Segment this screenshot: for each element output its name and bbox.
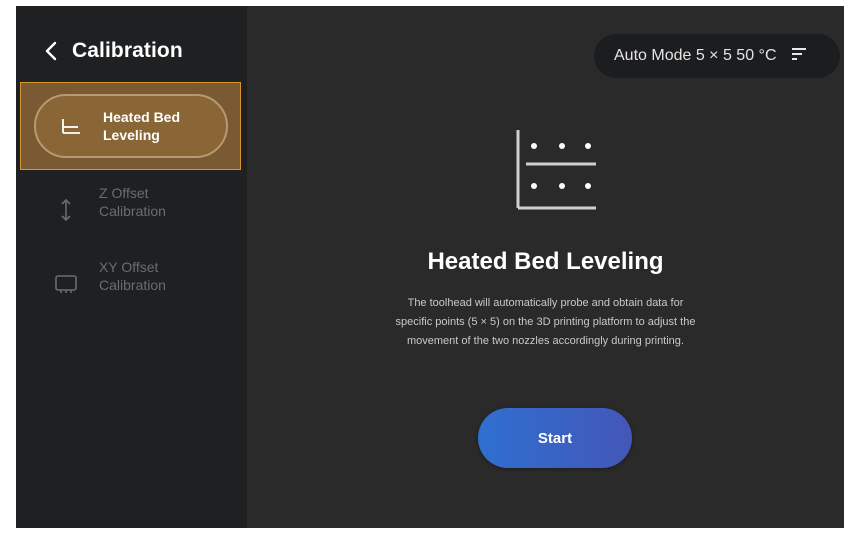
sidebar-item-label-line2: Calibration xyxy=(99,203,166,219)
monitor-icon xyxy=(54,272,78,296)
description-line3: movement of the two nozzles accordingly … xyxy=(407,335,684,347)
bed-grid-icon xyxy=(514,128,598,215)
mode-selector[interactable]: Auto Mode 5 × 5 50 °C xyxy=(594,34,840,78)
main-heading: Heated Bed Leveling xyxy=(427,248,664,275)
filter-icon[interactable] xyxy=(791,47,807,66)
sidebar-item-label: Heated Bed Leveling xyxy=(103,108,180,144)
sidebar-item-active-pill[interactable]: Heated Bed Leveling xyxy=(34,94,228,158)
mode-text: Auto Mode 5 × 5 50 °C xyxy=(614,47,777,64)
sidebar-item-z-offset-calibration[interactable]: Z Offset Calibration xyxy=(32,178,224,240)
main-description: The toolhead will automatically probe an… xyxy=(357,294,734,351)
app-screen: Calibration Heated Bed Leveling Z Offset… xyxy=(16,6,844,528)
start-button[interactable]: Start xyxy=(478,408,632,468)
sidebar-item-label-line1: Heated Bed xyxy=(103,109,181,125)
vertical-arrows-icon xyxy=(54,198,78,222)
back-chevron-icon[interactable] xyxy=(44,40,58,62)
description-line1: The toolhead will automatically probe an… xyxy=(407,297,684,309)
sidebar: Calibration Heated Bed Leveling Z Offset… xyxy=(16,6,247,528)
bed-leveling-icon xyxy=(60,116,82,141)
sidebar-item-label-line1: XY Offset xyxy=(99,259,159,275)
sidebar-item-xy-offset-calibration[interactable]: XY Offset Calibration xyxy=(32,252,224,314)
sidebar-item-heated-bed-leveling[interactable]: Heated Bed Leveling xyxy=(20,82,241,170)
header: Calibration xyxy=(44,36,183,66)
sidebar-item-label-line2: Calibration xyxy=(99,277,166,293)
description-line2: specific points (5 × 5) on the 3D printi… xyxy=(395,316,696,328)
sidebar-item-label-line2: Leveling xyxy=(103,127,160,143)
sidebar-item-label: XY Offset Calibration xyxy=(99,258,166,294)
page-title: Calibration xyxy=(72,39,183,62)
sidebar-item-label-line1: Z Offset xyxy=(99,185,149,201)
sidebar-item-label: Z Offset Calibration xyxy=(99,184,166,220)
